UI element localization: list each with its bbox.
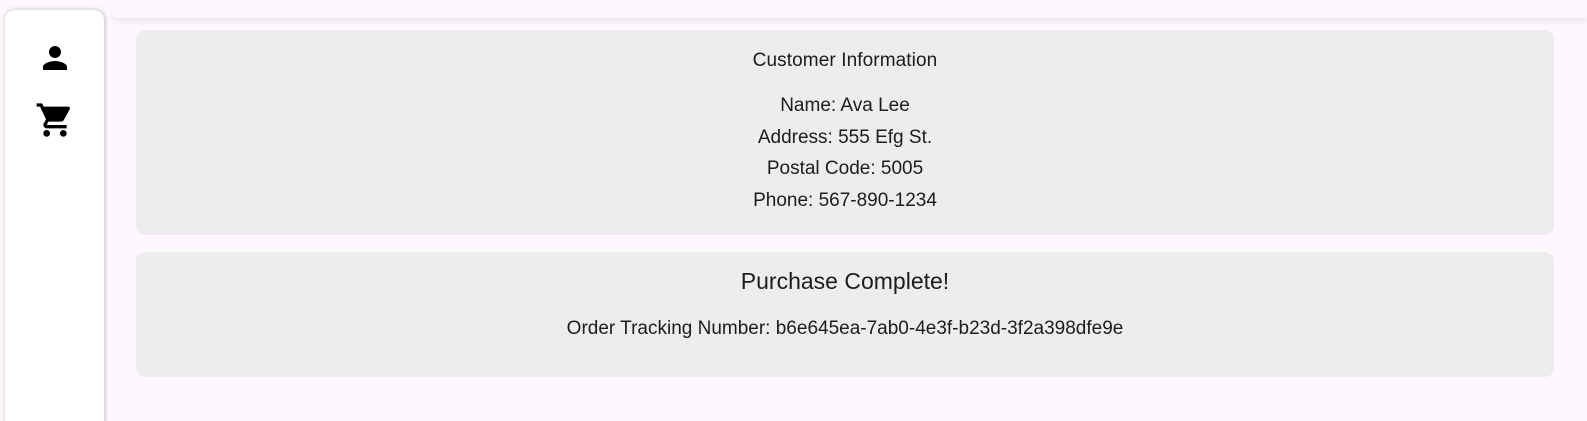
top-app-bar xyxy=(112,2,1587,18)
app-root: Customer Information Name: Ava Lee Addre… xyxy=(0,0,1587,421)
customer-name: Name: Ava Lee xyxy=(780,95,910,116)
customer-postal-code: Postal Code: 5005 xyxy=(766,158,924,179)
person-icon-graphic xyxy=(43,46,67,70)
person-icon[interactable] xyxy=(35,38,75,78)
navigation-rail xyxy=(5,10,104,421)
customer-address: Address: 555 Efg St. xyxy=(757,126,933,148)
customer-information-card: Customer Information Name: Ava Lee Addre… xyxy=(136,30,1554,235)
shopping-cart-icon-graphic xyxy=(36,103,71,137)
purchase-complete-card: Purchase Complete! Order Tracking Number… xyxy=(136,252,1554,377)
customer-phone: Phone: 567-890-1234 xyxy=(753,189,937,211)
customer-information-title: Customer Information xyxy=(752,50,938,71)
purchase-complete-title: Purchase Complete! xyxy=(740,268,950,294)
shopping-cart-icon[interactable] xyxy=(35,100,75,140)
order-tracking-number: Order Tracking Number: b6e645ea-7ab0-4e3… xyxy=(566,318,1124,339)
customer-details: Name: Ava Lee Address: 555 Efg St. Posta… xyxy=(136,90,1554,216)
